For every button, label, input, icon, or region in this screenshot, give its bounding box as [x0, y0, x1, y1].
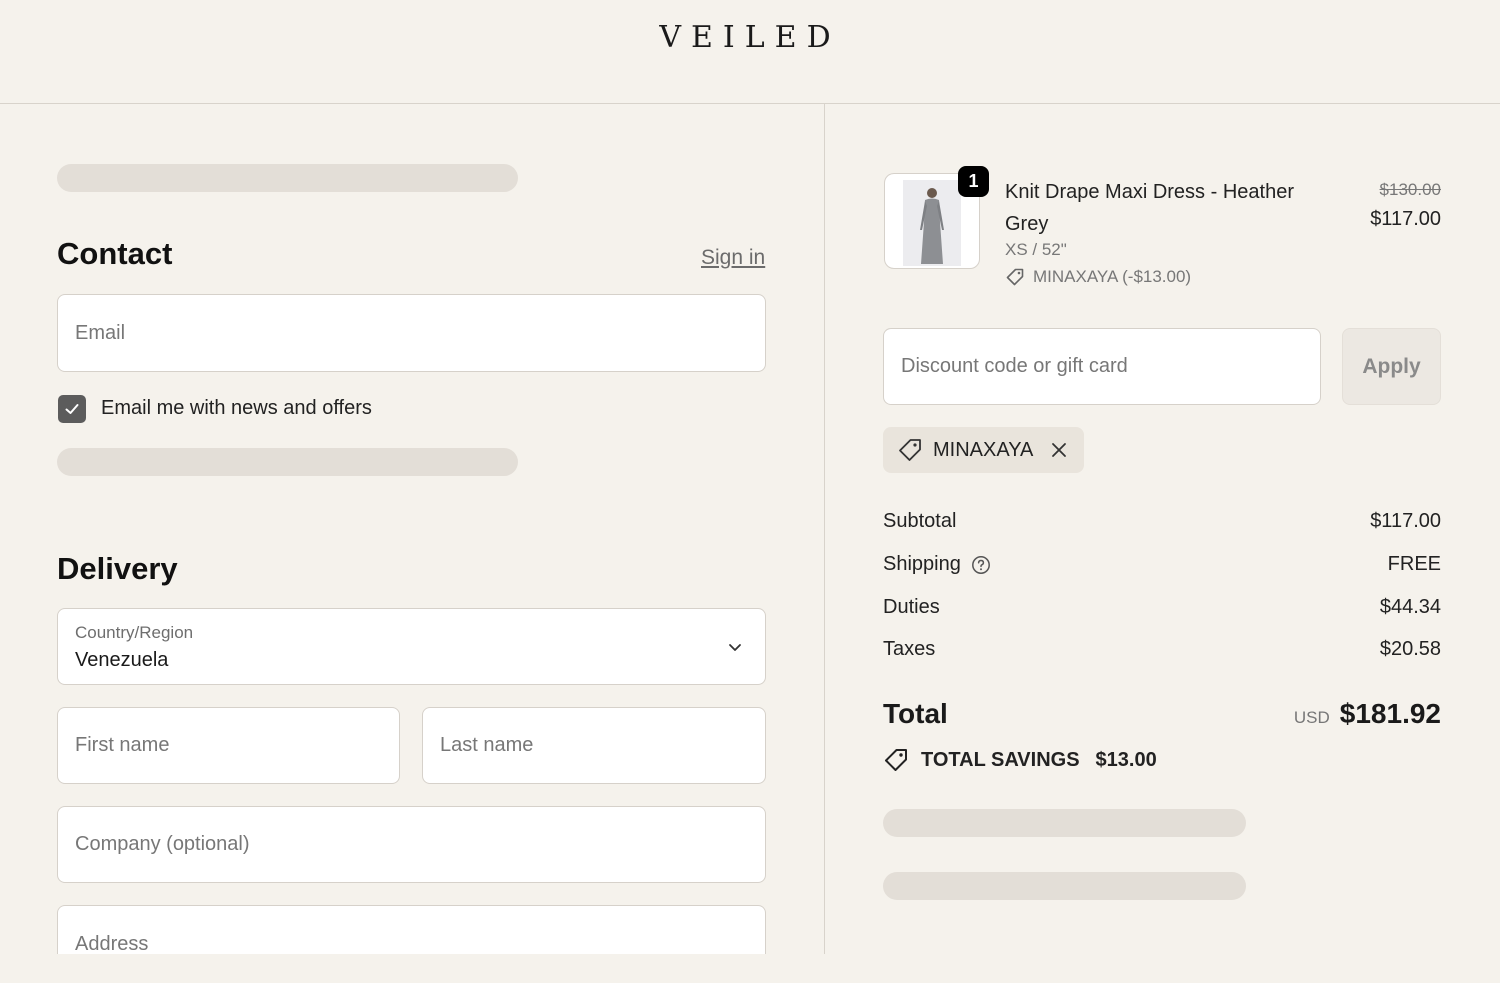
tag-icon	[885, 749, 907, 771]
newsletter-checkbox[interactable]	[58, 395, 86, 423]
discount-field[interactable]	[883, 328, 1321, 405]
country-value: Venezuela	[75, 649, 169, 671]
product-variant: XS / 52"	[1005, 240, 1067, 259]
total-amount: USD $181.92	[1294, 698, 1441, 730]
product-image	[903, 180, 961, 266]
address-input[interactable]	[58, 906, 765, 983]
shipping-row: Shipping FREE	[883, 553, 1441, 576]
currency-code: USD	[1293, 708, 1330, 727]
taxes-value: $20.58	[1379, 638, 1441, 660]
first-name-field[interactable]	[57, 707, 400, 784]
loading-placeholder	[57, 164, 518, 192]
sign-in-link[interactable]: Sign in	[701, 246, 765, 270]
company-field[interactable]	[57, 806, 766, 883]
country-label: Country/Region	[75, 623, 194, 642]
checkmark-icon	[65, 404, 79, 414]
close-icon[interactable]	[1049, 440, 1069, 460]
total-value: $181.92	[1339, 698, 1441, 729]
email-field[interactable]	[57, 294, 766, 372]
delivery-title: Delivery	[57, 551, 178, 586]
last-name-input[interactable]	[423, 708, 765, 783]
subtotal-value: $117.00	[1370, 510, 1441, 532]
savings-label: TOTAL SAVINGS	[921, 748, 1080, 771]
address-field[interactable]	[57, 905, 766, 983]
loading-placeholder	[883, 809, 1246, 837]
original-price: $130.00	[1379, 180, 1441, 199]
applied-code: MINAXAYA	[933, 438, 1034, 461]
country-select[interactable]: Country/Region Venezuela	[57, 608, 766, 685]
column-divider	[824, 104, 825, 954]
loading-placeholder	[883, 872, 1246, 900]
applied-discount-chip: MINAXAYA	[883, 427, 1084, 473]
chevron-down-icon	[729, 644, 741, 651]
apply-button[interactable]: Apply	[1342, 328, 1441, 405]
last-name-field[interactable]	[422, 707, 766, 784]
duties-label: Duties	[883, 596, 940, 618]
newsletter-label[interactable]: Email me with news and offers	[101, 397, 372, 420]
contact-title: Contact	[57, 236, 173, 271]
shipping-value: FREE	[1387, 553, 1441, 575]
first-name-input[interactable]	[58, 708, 399, 783]
total-label: Total	[883, 698, 948, 729]
final-price: $117.00	[1370, 208, 1441, 230]
duties-row: Duties $44.34	[883, 596, 1441, 619]
header: VEILED	[0, 0, 1500, 104]
taxes-row: Taxes $20.58	[883, 638, 1441, 661]
total-savings: TOTAL SAVINGS $13.00	[883, 747, 1157, 773]
savings-value: $13.00	[1095, 748, 1157, 771]
duties-value: $44.34	[1379, 596, 1441, 618]
quantity-badge: 1	[958, 166, 989, 197]
shipping-label: Shipping	[883, 553, 961, 575]
brand-logo[interactable]: VEILED	[659, 20, 840, 55]
product-name: Knit Drape Maxi Dress - Heather Grey	[1005, 181, 1294, 235]
taxes-label: Taxes	[883, 638, 936, 660]
tag-icon	[899, 439, 921, 461]
subtotal-label: Subtotal	[883, 510, 957, 532]
product-discount: MINAXAYA (-$13.00)	[1005, 267, 1191, 287]
tag-icon	[1006, 268, 1024, 286]
product-discount-text: MINAXAYA (-$13.00)	[1033, 267, 1192, 286]
loading-placeholder	[57, 448, 518, 476]
company-input[interactable]	[58, 807, 765, 882]
subtotal-row: Subtotal $117.00	[883, 510, 1441, 533]
discount-input[interactable]	[884, 329, 1320, 404]
email-input[interactable]	[58, 295, 765, 371]
help-icon[interactable]	[971, 555, 991, 575]
